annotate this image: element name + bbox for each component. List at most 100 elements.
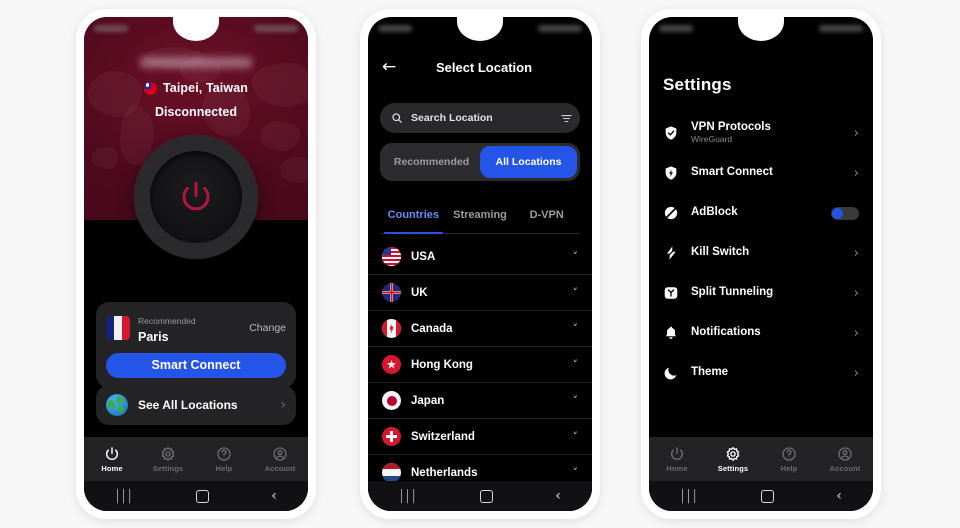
recent-apps-icon[interactable]: ||| <box>115 489 133 503</box>
country-name: Switzerland <box>411 430 475 443</box>
chevron-down-icon[interactable]: ˅ <box>573 466 579 479</box>
tab-account[interactable]: Account <box>252 437 308 481</box>
back-chevron-icon[interactable]: ‹ <box>271 489 277 503</box>
tab-help-label: Help <box>780 463 798 473</box>
power-toggle-inner <box>150 151 242 243</box>
chevron-down-icon[interactable]: ˅ <box>573 250 579 263</box>
settings-item-smart-connect[interactable]: Smart Connect › <box>649 153 873 193</box>
current-location: Taipei, Taiwan <box>84 81 308 95</box>
list-item[interactable]: UK ˅ <box>368 275 592 311</box>
segment-recommended[interactable]: Recommended <box>383 146 480 178</box>
settings-item-theme[interactable]: Theme › <box>649 353 873 393</box>
recommended-text: Recommended Paris <box>138 311 241 345</box>
tab-settings-label: Settings <box>717 463 749 473</box>
adblock-toggle[interactable] <box>831 206 859 220</box>
list-item[interactable]: Japan ˅ <box>368 383 592 419</box>
search-bar[interactable] <box>380 103 580 133</box>
recent-apps-icon[interactable]: ||| <box>399 489 417 503</box>
power-toggle-button[interactable] <box>134 135 258 259</box>
settings-item-text: Smart Connect <box>691 166 842 179</box>
back-chevron-icon[interactable]: ‹ <box>555 489 561 503</box>
chevron-down-icon[interactable]: ˅ <box>573 394 579 407</box>
tab-help[interactable]: Help <box>761 437 817 481</box>
lightning-icon <box>663 245 679 261</box>
settings-item-adblock[interactable]: AdBlock <box>649 193 873 233</box>
tab-home[interactable]: Home <box>84 437 140 481</box>
settings-item-text: Split Tunneling <box>691 286 842 299</box>
bottom-tab-bar: Home Settings Help Account <box>84 437 308 481</box>
chevron-right-icon: › <box>853 365 859 381</box>
france-flag-icon <box>106 315 130 340</box>
settings-item-text: Notifications <box>691 326 842 339</box>
chevron-down-icon[interactable]: ˅ <box>573 286 579 299</box>
country-name: Japan <box>411 394 445 407</box>
shield-bolt-icon <box>663 165 679 181</box>
list-item[interactable]: Switzerland ˅ <box>368 419 592 455</box>
split-tunnel-icon <box>663 285 679 301</box>
list-item[interactable]: Hong Kong ˅ <box>368 347 592 383</box>
recommended-label: Recommended <box>138 316 196 326</box>
tab-settings-label: Settings <box>152 463 184 473</box>
screen-header: ← Select Location <box>368 55 592 79</box>
moon-icon <box>663 365 679 381</box>
settings-item-notifications[interactable]: Notifications › <box>649 313 873 353</box>
see-all-locations-row[interactable]: See All Locations › <box>96 385 296 425</box>
bottom-tab-bar: Home Settings Help Account <box>649 437 873 481</box>
page-title: Settings <box>663 75 732 94</box>
country-list[interactable]: USA ˅ UK ˅ Canada ˅ Hong Kong ˅ Japan ˅ … <box>368 239 592 481</box>
chevron-down-icon[interactable]: ˅ <box>573 322 579 335</box>
status-bar-right-blurred <box>538 24 582 32</box>
android-navigation-bar: ||| ‹ <box>649 481 873 511</box>
current-location-label: Taipei, Taiwan <box>163 81 248 95</box>
tab-settings[interactable]: Settings <box>705 437 761 481</box>
phone-mockup-home: Taipei, Taiwan Disconnected Recommended … <box>76 9 316 519</box>
gear-icon <box>725 446 741 462</box>
country-name: UK <box>411 286 428 299</box>
smart-connect-button[interactable]: Smart Connect <box>106 352 286 378</box>
chevron-right-icon: › <box>853 285 859 301</box>
search-icon <box>392 113 402 123</box>
hongkong-flag-icon <box>382 355 401 374</box>
power-icon <box>104 446 120 462</box>
segment-all-locations[interactable]: All Locations <box>480 146 577 178</box>
list-item[interactable]: Canada ˅ <box>368 311 592 347</box>
tab-account[interactable]: Account <box>817 437 873 481</box>
recent-apps-icon[interactable]: ||| <box>680 489 698 503</box>
tab-countries[interactable]: Countries <box>380 207 447 234</box>
tab-dvpn[interactable]: D-VPN <box>513 207 580 233</box>
tab-home[interactable]: Home <box>649 437 705 481</box>
status-bar-left-blurred <box>378 24 412 32</box>
home-square-icon[interactable] <box>760 489 774 503</box>
home-square-icon[interactable] <box>479 489 493 503</box>
list-item[interactable]: USA ˅ <box>368 239 592 275</box>
tab-help-label: Help <box>215 463 233 473</box>
settings-item-kill-switch[interactable]: Kill Switch › <box>649 233 873 273</box>
adblock-icon <box>663 205 679 221</box>
settings-item-label: VPN Protocols <box>691 121 771 133</box>
settings-item-label: Notifications <box>691 326 761 339</box>
chevron-down-icon[interactable]: ˅ <box>573 358 579 371</box>
list-item[interactable]: Netherlands ˅ <box>368 455 592 481</box>
home-square-icon[interactable] <box>195 489 209 503</box>
chevron-down-icon[interactable]: ˅ <box>573 430 579 443</box>
recommended-city: Paris <box>138 330 169 345</box>
tab-streaming[interactable]: Streaming <box>447 207 514 233</box>
segmented-control: Recommended All Locations <box>380 143 580 181</box>
back-chevron-icon[interactable]: ‹ <box>836 489 842 503</box>
bell-icon <box>663 325 679 341</box>
screenshot-canvas: Taipei, Taiwan Disconnected Recommended … <box>0 0 960 528</box>
tab-settings[interactable]: Settings <box>140 437 196 481</box>
user-circle-icon <box>837 446 853 462</box>
map-landmass <box>280 157 308 183</box>
recommended-location-card: Recommended Paris Change Smart Connect <box>96 302 296 388</box>
settings-item-vpn-protocols[interactable]: VPN Protocols WireGuard › <box>649 113 873 153</box>
country-name: USA <box>411 250 436 263</box>
search-input[interactable] <box>411 112 552 124</box>
settings-item-text: Theme <box>691 366 842 379</box>
android-navigation-bar: ||| ‹ <box>84 481 308 511</box>
tab-help[interactable]: Help <box>196 437 252 481</box>
shield-check-icon <box>663 125 679 141</box>
settings-item-split-tunneling[interactable]: Split Tunneling › <box>649 273 873 313</box>
change-location-button[interactable]: Change <box>249 322 286 334</box>
switzerland-flag-icon <box>382 427 401 446</box>
